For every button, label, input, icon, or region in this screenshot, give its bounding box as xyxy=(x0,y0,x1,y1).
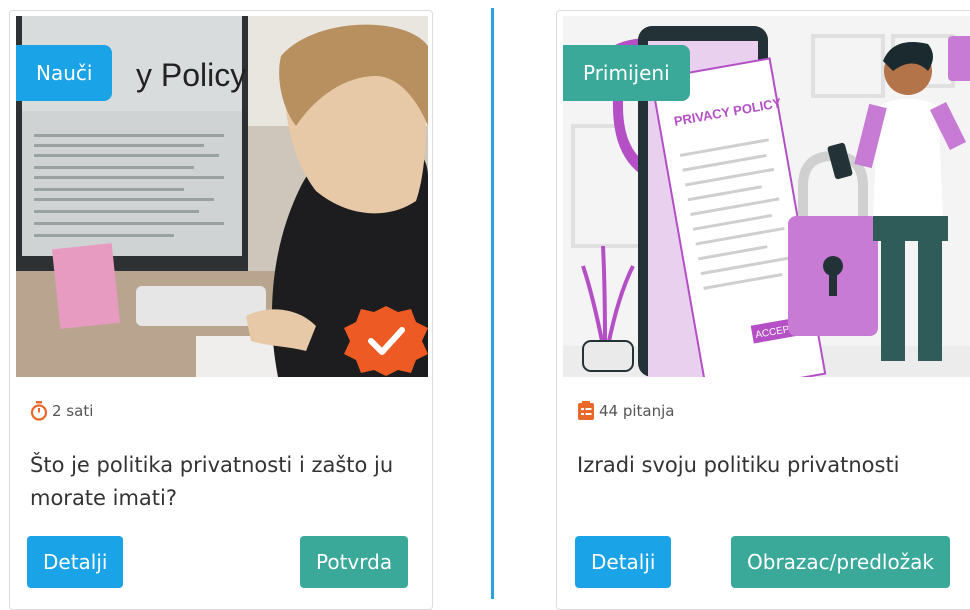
category-tag: Primijeni xyxy=(563,45,690,101)
category-tag: Nauči xyxy=(16,45,113,101)
questions-text: 44 pitanja xyxy=(599,402,675,420)
questions-meta: 44 pitanja xyxy=(577,401,674,421)
details-button[interactable]: Detalji xyxy=(27,536,124,588)
checklist-icon xyxy=(577,401,595,421)
column-divider xyxy=(491,8,494,599)
template-button[interactable]: Obrazac/predložak xyxy=(731,536,951,588)
course-title[interactable]: Što je politika privatnosti i zašto ju m… xyxy=(30,449,415,515)
duration-meta: 2 sati xyxy=(30,401,93,421)
image-text: y Policy xyxy=(136,57,246,93)
stopwatch-icon xyxy=(30,401,48,421)
course-card-learn[interactable]: y Policy Nauči 2 sati Što je politika pr… xyxy=(9,10,433,610)
confirm-button[interactable]: Potvrda xyxy=(300,536,409,588)
course-card-apply[interactable]: PRIVACY POLICY ACCEPT Primijeni 44 pitan… xyxy=(556,10,970,610)
course-title[interactable]: Izradi svoju politiku privatnosti xyxy=(577,449,962,482)
details-button[interactable]: Detalji xyxy=(575,536,672,588)
duration-text: 2 sati xyxy=(52,402,94,420)
